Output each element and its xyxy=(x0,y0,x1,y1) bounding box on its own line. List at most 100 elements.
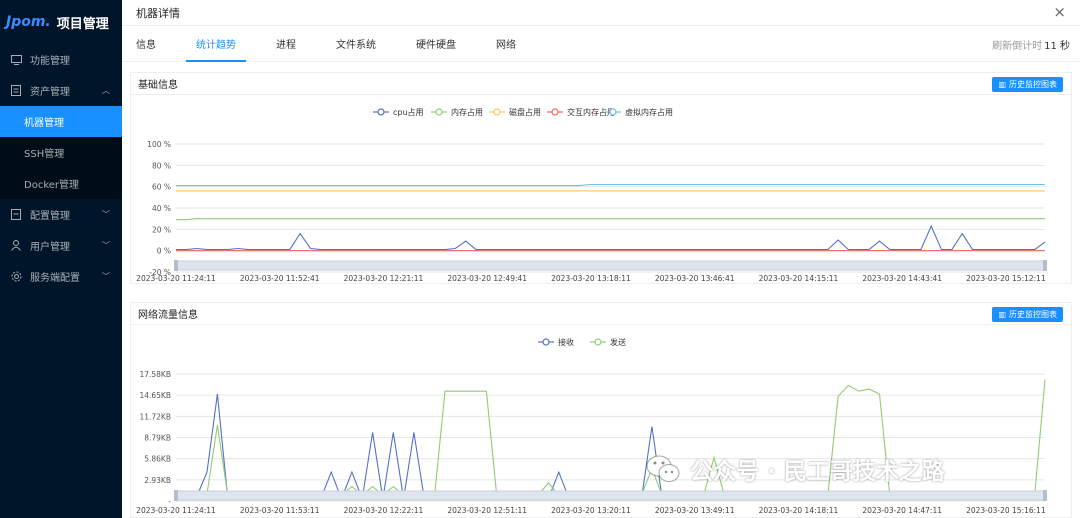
y-tick-label: 100 % xyxy=(147,140,171,149)
y-tick-label: 8.79KB xyxy=(144,434,171,443)
legend-label: 发送 xyxy=(610,337,626,347)
tab-label: 网络 xyxy=(496,40,516,51)
legend-label: cpu占用 xyxy=(393,107,424,117)
y-tick-label: 5.86KB xyxy=(144,455,171,464)
legend-marker xyxy=(609,108,617,116)
refresh-countdown: 刷新倒计时 11 秒 xyxy=(992,26,1070,62)
y-tick-label: 60 % xyxy=(152,183,171,192)
y-tick-label: 17.58KB xyxy=(139,370,171,379)
legend-item: 交互内存占用 xyxy=(547,107,615,117)
menu-item-users[interactable]: 用户管理 ﹀ xyxy=(0,230,122,261)
menu-item-config[interactable]: 配置管理 ﹀ xyxy=(0,199,122,230)
logo-mark: Jpom. xyxy=(6,14,51,30)
y-tick-label: 0 % xyxy=(157,247,171,256)
chevron-down-icon: ﹀ xyxy=(102,210,110,219)
watermark: 公众号 · 民工哥技术之路 xyxy=(646,452,945,486)
tab-info[interactable]: 信息 xyxy=(136,26,156,62)
basic-info-card: 基础信息 ▥ 历史监控图表 cpu占用 内存占用 磁盘占用 交互内存占用 虚拟内存占用 1… xyxy=(130,72,1072,284)
legend-label: 虚拟内存占用 xyxy=(625,107,673,117)
file-icon xyxy=(10,209,22,221)
x-tick-label: 2023-03-20 12:22:11 xyxy=(344,506,424,515)
zoom-handle-right xyxy=(1043,490,1047,501)
sidebar: Jpom. 项目管理 功能管理 资产管理 ︿ 机器管理 SSH管理 Docker… xyxy=(0,0,122,518)
close-icon[interactable]: × xyxy=(1053,3,1066,21)
x-tick-label: 2023-03-20 14:15:11 xyxy=(759,274,839,283)
x-tick-label: 2023-03-20 11:24:11 xyxy=(136,506,216,515)
submenu-item-label: SSH管理 xyxy=(24,149,65,160)
legend-marker xyxy=(493,108,501,116)
card-title: 基础信息 xyxy=(138,80,178,91)
logo-title: 项目管理 xyxy=(56,16,109,32)
gear-icon xyxy=(10,271,22,283)
legend-label: 接收 xyxy=(558,337,574,347)
submenu-assets: 机器管理 SSH管理 Docker管理 xyxy=(0,106,122,199)
tab-label: 统计趋势 xyxy=(196,40,236,51)
tab-bar: 信息 统计趋势 进程 文件系统 硬件硬盘 网络 刷新倒计时 11 秒 xyxy=(122,26,1080,62)
file-icon xyxy=(10,85,22,97)
legend-marker xyxy=(594,338,602,346)
tab-hardware-disk[interactable]: 硬件硬盘 xyxy=(416,26,456,62)
logo[interactable]: Jpom. 项目管理 xyxy=(0,0,122,44)
legend-marker xyxy=(435,108,443,116)
dialog-title: 机器详情 xyxy=(136,6,180,20)
x-tick-label: 2023-03-20 13:49:11 xyxy=(655,506,735,515)
tab-label: 硬件硬盘 xyxy=(416,40,456,51)
y-tick-label: 20 % xyxy=(152,225,171,234)
menu-item-label: 资产管理 xyxy=(30,87,70,98)
x-tick-label: 2023-03-20 15:12:11 xyxy=(966,274,1046,283)
zoom-handle-left xyxy=(174,490,178,501)
menu-item-function[interactable]: 功能管理 xyxy=(0,44,122,75)
x-tick-label: 2023-03-20 14:43:41 xyxy=(862,274,942,283)
button-label: 历史监控图表 xyxy=(1009,310,1057,319)
y-tick-label: 11.72KB xyxy=(139,412,171,421)
chevron-down-icon: ﹀ xyxy=(102,272,110,281)
submenu-item-docker[interactable]: Docker管理 xyxy=(0,168,122,199)
legend-label: 磁盘占用 xyxy=(509,107,541,117)
refresh-value: 11 秒 xyxy=(1044,40,1070,52)
menu-item-assets[interactable]: 资产管理 ︿ xyxy=(0,75,122,106)
menu-item-label: 配置管理 xyxy=(30,211,70,222)
y-tick-label: - xyxy=(168,497,171,506)
legend-item: cpu占用 xyxy=(373,107,424,117)
tab-stats-trend[interactable]: 统计趋势 xyxy=(186,26,246,62)
menu-item-label: 功能管理 xyxy=(30,56,70,67)
card-header: 基础信息 xyxy=(131,73,1071,95)
card-header: 网络流量信息 xyxy=(131,303,1071,325)
x-tick-label: 2023-03-20 13:46:41 xyxy=(655,274,735,283)
zoom-slider xyxy=(175,260,1046,271)
zoom-handle-right xyxy=(1043,260,1047,271)
y-tick-label: 80 % xyxy=(152,161,171,170)
series-line xyxy=(176,218,1045,221)
zoom-handle-left xyxy=(174,260,178,271)
tab-process[interactable]: 进程 xyxy=(276,26,296,62)
legend-marker xyxy=(377,108,385,116)
x-tick-label: 2023-03-20 15:16:11 xyxy=(966,506,1046,515)
x-tick-label: 2023-03-20 11:52:41 xyxy=(240,274,320,283)
legend-marker xyxy=(542,338,550,346)
submenu-item-ssh[interactable]: SSH管理 xyxy=(0,137,122,168)
machine-detail-dialog: 机器详情 × 信息 统计趋势 进程 文件系统 硬件硬盘 网络 刷新倒计时 11 … xyxy=(122,0,1080,518)
y-tick-label: 14.65KB xyxy=(139,391,171,400)
legend-item: 磁盘占用 xyxy=(489,107,541,117)
menu-item-server-config[interactable]: 服务端配置 ﹀ xyxy=(0,261,122,292)
menu-item-label: 服务端配置 xyxy=(30,273,80,284)
history-chart-button[interactable]: ▥ 历史监控图表 xyxy=(992,77,1063,92)
legend-item: 内存占用 xyxy=(431,107,483,117)
submenu-item-machine[interactable]: 机器管理 xyxy=(0,106,122,137)
chart-icon: ▥ xyxy=(998,80,1006,89)
y-tick-label: 2.93KB xyxy=(144,476,171,485)
x-tick-label: 2023-03-20 13:18:11 xyxy=(551,274,631,283)
history-chart-button[interactable]: ▥ 历史监控图表 xyxy=(992,307,1063,322)
zoom-slider xyxy=(175,490,1046,501)
tab-label: 文件系统 xyxy=(336,40,376,51)
y-tick-label: 40 % xyxy=(152,204,171,213)
legend-label: 内存占用 xyxy=(451,107,483,117)
series-line xyxy=(176,183,1045,187)
wechat-icon xyxy=(646,455,680,483)
submenu-item-label: Docker管理 xyxy=(24,180,80,191)
tab-network[interactable]: 网络 xyxy=(496,26,516,62)
legend-item: 虚拟内存占用 xyxy=(605,107,673,117)
tab-filesystem[interactable]: 文件系统 xyxy=(336,26,376,62)
network-chart: 接收 发送 17.58KB 14.65KB 11.72KB 8.79KB 5.86KB 2.9… xyxy=(136,337,1047,515)
x-tick-label: 2023-03-20 11:53:11 xyxy=(240,506,320,515)
